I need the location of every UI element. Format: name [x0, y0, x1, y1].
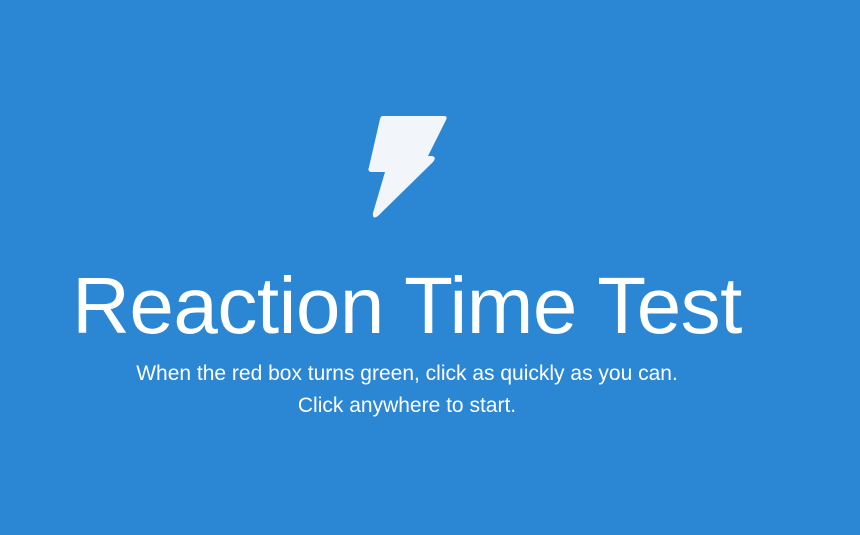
- start-click-area[interactable]: Reaction Time Test When the red box turn…: [0, 0, 860, 535]
- lightning-bolt-icon: [368, 116, 447, 218]
- instructions-text: When the red box turns green, click as q…: [0, 358, 814, 422]
- instruction-line-2: Click anywhere to start.: [297, 394, 517, 417]
- instruction-line-1: When the red box turns green, click as q…: [136, 362, 678, 385]
- page-title: Reaction Time Test: [72, 261, 742, 350]
